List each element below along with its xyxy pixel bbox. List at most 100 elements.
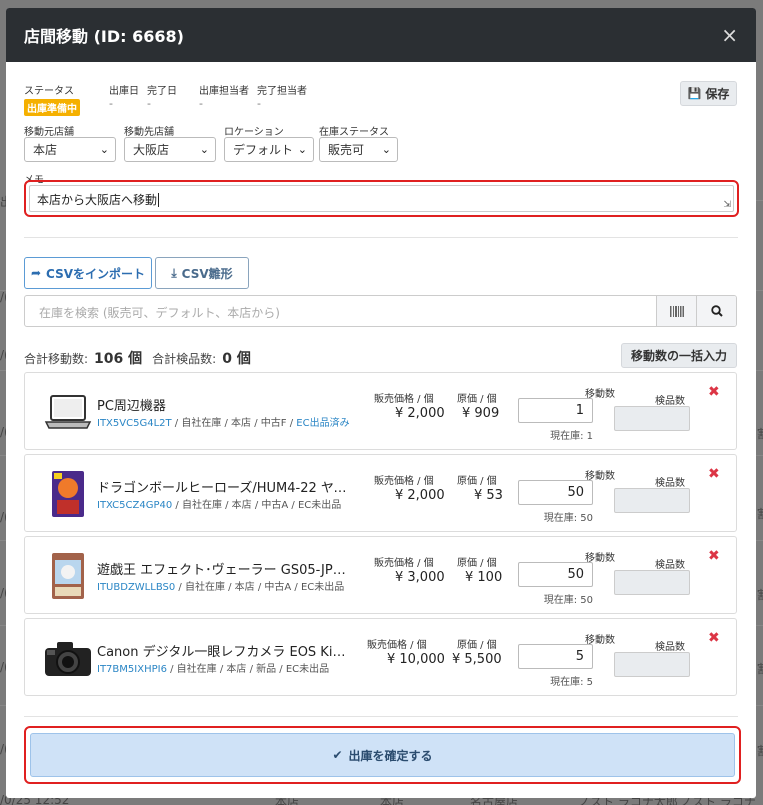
bg-cell: 割	[757, 742, 763, 759]
bg-cell: 割	[757, 425, 763, 442]
save-button[interactable]: 💾 保存	[680, 81, 737, 106]
remove-icon[interactable]: ✖	[708, 548, 720, 564]
total-move-label: 合計移動数:	[24, 352, 89, 366]
to-store-label: 移動先店舗	[124, 127, 174, 138]
qty-input[interactable]: 50	[518, 562, 593, 587]
item-meta-text: / 自社在庫 / 本店 / 中古F /	[171, 418, 297, 429]
complete-date-field: 完了日 -	[147, 82, 177, 110]
to-store-value: 大阪店	[133, 143, 170, 157]
search-input[interactable]: 在庫を検索 (販売可、デフォルト、本店から)	[25, 296, 656, 326]
cost-value: ¥ 53	[474, 488, 503, 503]
item-name: ドラゴンボールヒーローズ/HUM4-22 ヤムチャ	[97, 481, 352, 496]
item-meta-text: / 自社在庫 / 本店 / 中古A / EC未出品	[175, 582, 345, 593]
csv-template-label: CSV雛形	[181, 266, 233, 281]
item-meta-text: / 自社在庫 / 本店 / 新品 / EC未出品	[166, 664, 330, 675]
stock-status-label: 在庫ステータス	[319, 127, 389, 138]
status-badge: 出庫準備中	[24, 99, 80, 116]
qty-input[interactable]: 5	[518, 644, 593, 669]
bg-cell: 割	[757, 505, 763, 522]
cost-label: 原価 / 個	[457, 640, 497, 651]
complete-date-value: -	[147, 97, 151, 110]
sale-price-value: ¥ 10,000	[387, 652, 445, 667]
save-icon: 💾	[687, 87, 702, 100]
transfer-modal: 店間移動 (ID: 6668) × ステータス 出庫準備中 出庫日 - 完了日 …	[6, 8, 756, 798]
item-sku-link[interactable]: ITUBDZWLLBS0	[97, 582, 175, 593]
inspected-input	[614, 488, 690, 513]
barcode-icon	[669, 305, 684, 317]
memo-textarea[interactable]: 本店から大阪店へ移動 ⇲	[29, 185, 734, 212]
sale-price-label: 販売価格 / 個	[374, 394, 434, 405]
from-store-select[interactable]: 本店 ⌄	[24, 137, 116, 162]
to-store-select[interactable]: 大阪店 ⌄	[124, 137, 216, 162]
location-select[interactable]: デフォルト ⌄	[224, 137, 314, 162]
cost-label: 原価 / 個	[457, 394, 497, 405]
inspected-label: 検品数	[655, 396, 685, 407]
sale-price-label: 販売価格 / 個	[374, 476, 434, 487]
item-ec-link[interactable]: EC出品済み	[296, 418, 349, 429]
qty-input[interactable]: 50	[518, 480, 593, 505]
divider	[24, 716, 738, 717]
bulk-qty-button[interactable]: 移動数の一括入力	[621, 343, 737, 368]
from-store-label: 移動元店舗	[24, 127, 74, 138]
item-name: 遊戯王 エフェクト･ヴェーラー GS05-JP008 ノーマル	[97, 563, 352, 578]
chevron-down-icon: ⌄	[199, 143, 209, 156]
location-label: ロケーション	[224, 127, 284, 138]
import-csv-label: CSVをインポート	[46, 266, 146, 281]
status-field: ステータス 出庫準備中	[24, 82, 80, 116]
remove-icon[interactable]: ✖	[708, 630, 720, 646]
share-icon: ➦	[30, 266, 42, 280]
memo-highlight: 本店から大阪店へ移動 ⇲	[24, 180, 739, 217]
status-label: ステータス	[24, 86, 74, 97]
stock-text: 現在庫: 5	[550, 677, 593, 688]
ship-staff-value: -	[199, 97, 203, 110]
transfer-item: PC周辺機器 ITX5VC5G4L2T / 自社在庫 / 本店 / 中古F / …	[24, 372, 737, 450]
stock-text: 現在庫: 50	[543, 513, 593, 524]
sale-price-value: ¥ 3,000	[395, 570, 445, 585]
chevron-down-icon: ⌄	[99, 143, 109, 156]
resize-grip-icon[interactable]: ⇲	[723, 200, 731, 210]
total-move-value: 106 個	[94, 351, 143, 367]
inventory-search: 在庫を検索 (販売可、デフォルト、本店から)	[24, 295, 737, 327]
bg-cell: 割	[757, 660, 763, 677]
item-sku-link[interactable]: IT7BM5IXHPI6	[97, 664, 167, 675]
laptop-icon	[43, 387, 93, 437]
ship-date-value: -	[109, 97, 113, 110]
item-name: Canon デジタル一眼レフカメラ EOS Kiss X90 標準ズームキット	[97, 645, 352, 660]
close-icon[interactable]: ×	[721, 23, 738, 47]
item-meta-text: / 自社在庫 / 本店 / 中古A / EC未出品	[172, 500, 342, 511]
remove-icon[interactable]: ✖	[708, 384, 720, 400]
stock-status-select[interactable]: 販売可 ⌄	[319, 137, 398, 162]
ship-date-label: 出庫日	[109, 86, 139, 97]
remove-icon[interactable]: ✖	[708, 466, 720, 482]
card-yugioh-icon	[43, 551, 93, 601]
item-sku-link[interactable]: ITX5VC5G4L2T	[97, 418, 172, 429]
sale-price-value: ¥ 2,000	[395, 406, 445, 421]
modal-header: 店間移動 (ID: 6668) ×	[6, 8, 756, 62]
csv-template-button[interactable]: ⤓ CSV雛形	[155, 257, 249, 289]
inspected-input	[614, 406, 690, 431]
cost-value: ¥ 909	[462, 406, 500, 421]
stock-text: 現在庫: 50	[543, 595, 593, 606]
inspected-label: 検品数	[655, 478, 685, 489]
import-csv-button[interactable]: ➦ CSVをインポート	[24, 257, 152, 289]
location-value: デフォルト	[233, 143, 294, 157]
cost-label: 原価 / 個	[457, 558, 497, 569]
transfer-item: Canon デジタル一眼レフカメラ EOS Kiss X90 標準ズームキット …	[24, 618, 737, 696]
confirm-ship-label: 出庫を確定する	[348, 748, 433, 763]
totals: 合計移動数: 106 個 合計検品数: 0 個	[24, 348, 251, 368]
qty-input[interactable]: 1	[518, 398, 593, 423]
item-meta: ITUBDZWLLBS0 / 自社在庫 / 本店 / 中古A / EC未出品	[97, 578, 344, 593]
item-meta: ITX5VC5G4L2T / 自社在庫 / 本店 / 中古F / EC出品済み	[97, 414, 350, 429]
search-button[interactable]	[696, 296, 736, 326]
stock-status-value: 販売可	[328, 143, 365, 157]
bulk-qty-label: 移動数の一括入力	[630, 349, 727, 363]
ship-staff-field: 出庫担当者 -	[199, 82, 249, 110]
confirm-highlight: ✔ 出庫を確定する	[24, 726, 741, 784]
complete-staff-label: 完了担当者	[257, 86, 307, 97]
confirm-ship-button[interactable]: ✔ 出庫を確定する	[30, 733, 735, 777]
cost-label: 原価 / 個	[457, 476, 497, 487]
barcode-button[interactable]	[656, 296, 696, 326]
memo-value: 本店から大阪店へ移動	[37, 193, 158, 207]
item-sku-link[interactable]: ITXC5CZ4GP40	[97, 500, 172, 511]
total-inspect-value: 0 個	[222, 351, 251, 367]
